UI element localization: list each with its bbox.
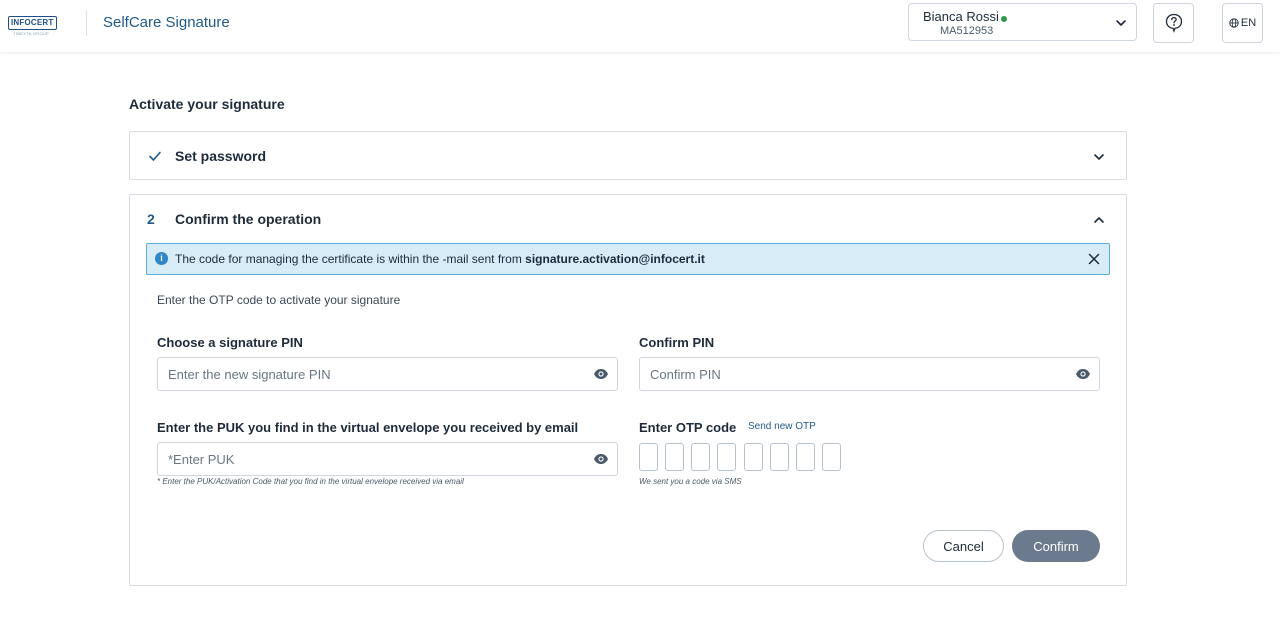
user-menu[interactable]: Bianca Rossi MA512953	[908, 3, 1137, 41]
cancel-button[interactable]: Cancel	[923, 530, 1004, 562]
logo-subtext: TINEXTA GROUP	[12, 31, 50, 36]
step-title: Set password	[175, 148, 267, 164]
step-number: 2	[147, 211, 155, 227]
banner-message: The code for managing the certificate is…	[175, 252, 526, 266]
step-set-password[interactable]: Set password	[129, 131, 1127, 180]
page-title: Activate your signature	[129, 96, 285, 112]
language-label: EN	[1240, 17, 1257, 29]
user-id: MA512953	[940, 25, 994, 37]
eye-icon[interactable]	[1075, 367, 1091, 381]
puk-field	[157, 442, 618, 476]
send-new-otp-link[interactable]: Send new OTP	[748, 421, 816, 432]
close-icon[interactable]	[1087, 252, 1101, 266]
otp-digit-input[interactable]	[691, 443, 710, 471]
otp-digit-input[interactable]	[744, 443, 763, 471]
help-icon	[1165, 13, 1182, 33]
chevron-up-icon[interactable]	[1092, 213, 1106, 227]
language-button[interactable]: EN	[1222, 3, 1263, 43]
step-title: Confirm the operation	[175, 211, 322, 227]
chevron-down-icon	[1116, 20, 1126, 26]
info-banner: i The code for managing the certificate …	[146, 243, 1110, 275]
step-confirm-operation: 2 Confirm the operation i The code for m…	[129, 194, 1127, 586]
otp-digit-input[interactable]	[717, 443, 736, 471]
otp-label: Enter OTP code	[639, 420, 737, 435]
confirm-pin-input[interactable]	[640, 358, 1080, 390]
otp-digit-input[interactable]	[665, 443, 684, 471]
chevron-down-icon[interactable]	[1092, 150, 1106, 164]
check-icon	[149, 151, 161, 161]
eye-icon[interactable]	[593, 367, 609, 381]
info-icon: i	[155, 252, 168, 265]
puk-label: Enter the PUK you find in the virtual en…	[157, 420, 579, 435]
puk-hint: * Enter the PUK/Activation Code that you…	[157, 477, 464, 486]
banner-email: signature.activation@infocert.it	[525, 252, 705, 266]
info-banner-text: The code for managing the certificate is…	[175, 252, 705, 266]
globe-icon	[1229, 18, 1239, 28]
top-header: INFOCERT TINEXTA GROUP SelfCare Signatur…	[0, 0, 1280, 52]
confirm-pin-field	[639, 357, 1100, 391]
otp-hint: We sent you a code via SMS	[639, 477, 742, 486]
user-name: Bianca Rossi	[923, 9, 999, 24]
pin-field	[157, 357, 618, 391]
infocert-logo[interactable]: INFOCERT TINEXTA GROUP	[8, 12, 57, 36]
online-status-dot	[1001, 16, 1007, 22]
confirm-button[interactable]: Confirm	[1012, 530, 1100, 562]
eye-icon[interactable]	[593, 452, 609, 466]
app-title: SelfCare Signature	[103, 14, 230, 31]
otp-digit-input[interactable]	[639, 443, 658, 471]
puk-input[interactable]	[158, 443, 598, 475]
otp-intro-text: Enter the OTP code to activate your sign…	[157, 293, 401, 307]
logo-text: INFOCERT	[8, 16, 57, 30]
otp-digit-input[interactable]	[770, 443, 789, 471]
confirm-pin-label: Confirm PIN	[639, 335, 715, 350]
otp-digit-input[interactable]	[822, 443, 841, 471]
pin-label: Choose a signature PIN	[157, 335, 303, 350]
otp-digit-input[interactable]	[796, 443, 815, 471]
pin-input[interactable]	[158, 358, 598, 390]
help-button[interactable]	[1153, 3, 1194, 43]
header-divider	[86, 10, 87, 36]
